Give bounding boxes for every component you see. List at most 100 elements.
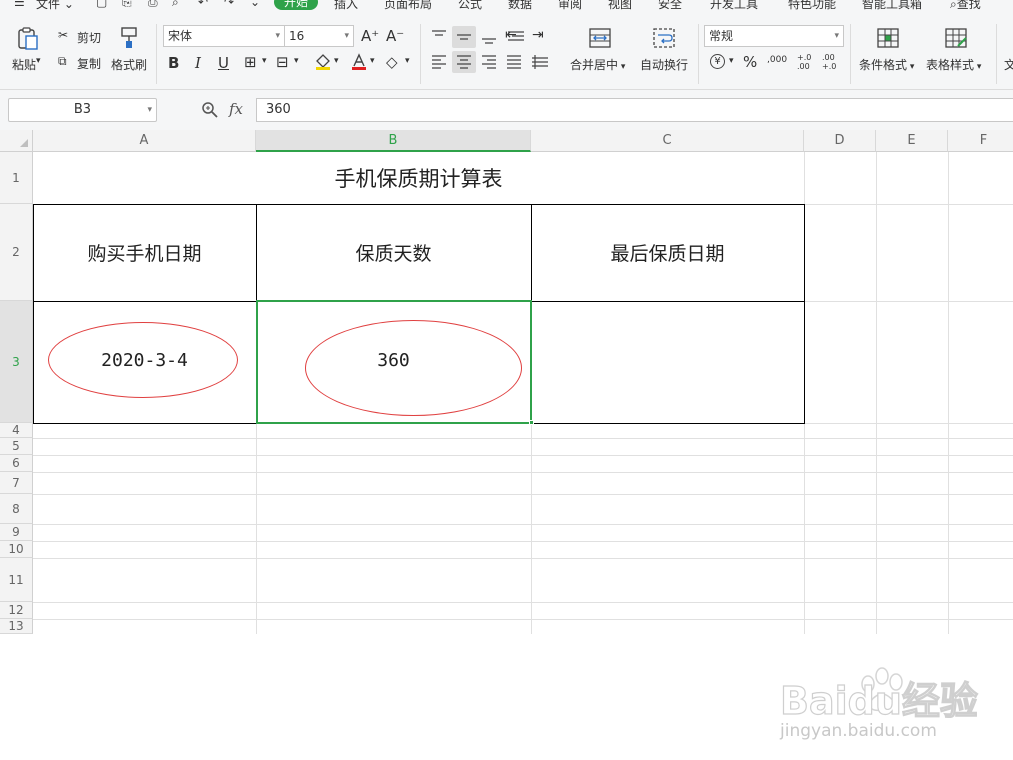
clear-format-dropdown-icon[interactable]: ▾ xyxy=(405,56,410,66)
row-header-1[interactable]: 1 xyxy=(0,152,33,204)
menu-home[interactable]: 开始 xyxy=(274,0,319,10)
menu-data[interactable]: 数据 xyxy=(508,0,532,12)
table-style-icon[interactable] xyxy=(944,27,968,49)
header-warranty-days[interactable]: 保质天数 xyxy=(256,204,531,301)
indent-decrease-icon[interactable]: ⇤ xyxy=(505,27,517,43)
currency-icon[interactable]: ¥ xyxy=(710,54,725,69)
fill-handle[interactable] xyxy=(529,420,534,425)
menu-security[interactable]: 安全 xyxy=(658,0,682,12)
paste-icon[interactable] xyxy=(16,26,40,52)
export-icon[interactable]: ⎘ xyxy=(122,0,132,10)
copy-button[interactable]: 复制 xyxy=(77,55,101,72)
fill-color-icon[interactable] xyxy=(314,53,332,71)
bold-icon[interactable]: B xyxy=(168,54,179,72)
copy-icon[interactable]: ⧉ xyxy=(58,54,67,69)
column-header-e[interactable]: E xyxy=(876,130,948,152)
menu-hamburger-icon[interactable]: ☰ xyxy=(14,0,25,9)
row-header-10[interactable]: 10 xyxy=(0,541,33,558)
watermark-text: Baidu经验 xyxy=(780,679,978,723)
row-header-2[interactable]: 2 xyxy=(0,204,33,301)
row-header-5[interactable]: 5 xyxy=(0,438,33,455)
paste-dropdown-icon[interactable]: ▾ xyxy=(36,56,41,66)
paste-button[interactable]: 粘贴 xyxy=(12,56,36,73)
row-header-7[interactable]: 7 xyxy=(0,472,33,494)
border-icon[interactable]: ⊞ xyxy=(244,53,257,71)
increase-decimal-icon[interactable]: +.0 .00 xyxy=(797,53,817,71)
row-header-4[interactable]: 4 xyxy=(0,423,33,438)
menu-find[interactable]: ⌕查找 xyxy=(950,0,981,12)
formula-input[interactable]: 360 xyxy=(256,98,1013,122)
column-header-d[interactable]: D xyxy=(804,130,876,152)
font-color-icon[interactable] xyxy=(350,53,368,71)
name-box[interactable]: B3 ▾ xyxy=(8,98,157,122)
row-header-8[interactable]: 8 xyxy=(0,494,33,524)
spreadsheet-grid: A B C D E F 1 2 3 4 5 6 7 8 9 10 11 12 1… xyxy=(0,130,1013,741)
column-header-a[interactable]: A xyxy=(33,130,256,152)
currency-dropdown-icon[interactable]: ▾ xyxy=(729,56,734,66)
font-size-select[interactable]: 16 ▾ xyxy=(284,25,354,47)
header-purchase-date[interactable]: 购买手机日期 xyxy=(33,204,256,301)
text-tool-button[interactable]: 文 xyxy=(1004,56,1013,73)
menu-file[interactable]: 文件 ⌄ xyxy=(36,0,74,12)
percent-icon[interactable]: % xyxy=(743,53,757,71)
cell-purchase-date[interactable]: 2020-3-4 xyxy=(33,301,256,423)
title-cell[interactable]: 手机保质期计算表 xyxy=(33,152,804,204)
merge-center-icon[interactable] xyxy=(588,27,612,49)
wrap-text-icon[interactable] xyxy=(652,27,676,49)
thousands-separator-icon[interactable]: ,000 xyxy=(767,55,787,65)
menu-insert[interactable]: 插入 xyxy=(334,0,358,12)
menu-review[interactable]: 审阅 xyxy=(558,0,582,12)
decrease-decimal-icon[interactable]: .00 +.0 xyxy=(822,53,842,71)
print-preview-icon[interactable]: ⌕ xyxy=(172,0,179,10)
font-color-dropdown-icon[interactable]: ▾ xyxy=(370,56,375,66)
italic-icon[interactable]: I xyxy=(195,54,201,72)
fill-style-dropdown-icon[interactable]: ▾ xyxy=(294,56,299,66)
row-header-13[interactable]: 13 xyxy=(0,619,33,634)
row-header-9[interactable]: 9 xyxy=(0,524,33,541)
row-header-3[interactable]: 3 xyxy=(0,301,33,423)
row-header-11[interactable]: 11 xyxy=(0,558,33,602)
font-grow-icon[interactable]: A⁺ xyxy=(361,27,379,45)
horizontal-align-icons[interactable] xyxy=(430,53,555,71)
menu-formula[interactable]: 公式 xyxy=(458,0,482,12)
format-painter-button[interactable]: 格式刷 xyxy=(111,56,147,73)
column-header-f[interactable]: F xyxy=(948,130,1013,152)
row-header-6[interactable]: 6 xyxy=(0,455,33,472)
merge-center-button[interactable]: 合并居中 ▾ xyxy=(570,56,625,73)
cut-button[interactable]: 剪切 xyxy=(77,29,101,46)
print-icon[interactable]: ⎙ xyxy=(148,0,158,10)
font-name-select[interactable]: 宋体 ▾ xyxy=(163,25,285,47)
border-dropdown-icon[interactable]: ▾ xyxy=(262,56,267,66)
underline-icon[interactable]: U xyxy=(218,54,229,72)
conditional-format-icon[interactable] xyxy=(876,27,900,49)
menu-page-layout[interactable]: 页面布局 xyxy=(384,0,432,12)
format-painter-icon[interactable] xyxy=(118,26,140,50)
redo-icon[interactable]: ↷ xyxy=(224,0,234,9)
zoom-search-icon[interactable] xyxy=(201,101,219,119)
column-header-c[interactable]: C xyxy=(531,130,804,152)
wrap-text-button[interactable]: 自动换行 xyxy=(640,56,688,73)
indent-increase-icon[interactable]: ⇥ xyxy=(532,27,544,43)
table-style-button[interactable]: 表格样式 ▾ xyxy=(926,56,981,73)
number-format-select[interactable]: 常规 ▾ xyxy=(704,25,844,47)
menu-view[interactable]: 视图 xyxy=(608,0,632,12)
header-final-date[interactable]: 最后保质日期 xyxy=(531,204,804,301)
save-icon[interactable]: ▢ xyxy=(96,0,107,9)
undo-icon[interactable]: ↶ xyxy=(198,0,208,9)
cut-icon[interactable]: ✂ xyxy=(58,28,68,42)
column-header-b[interactable]: B xyxy=(256,130,531,152)
menu-special[interactable]: 特色功能 xyxy=(788,0,836,12)
more-icon[interactable]: ⌄ xyxy=(250,0,260,9)
cell-final-date[interactable] xyxy=(531,301,804,423)
select-all-corner[interactable] xyxy=(0,130,33,152)
menu-developer[interactable]: 开发工具 xyxy=(710,0,758,12)
function-fx-icon[interactable]: fx xyxy=(229,100,243,118)
menu-smart-toolbox[interactable]: 智能工具箱 xyxy=(862,0,922,12)
font-shrink-icon[interactable]: A⁻ xyxy=(386,27,404,45)
row-header-12[interactable]: 12 xyxy=(0,602,33,619)
fill-color-dropdown-icon[interactable]: ▾ xyxy=(334,56,339,66)
fill-style-icon[interactable]: ⊟ xyxy=(276,53,289,71)
conditional-format-button[interactable]: 条件格式 ▾ xyxy=(859,56,914,73)
divider xyxy=(420,24,421,84)
clear-format-icon[interactable]: ◇ xyxy=(386,53,398,71)
